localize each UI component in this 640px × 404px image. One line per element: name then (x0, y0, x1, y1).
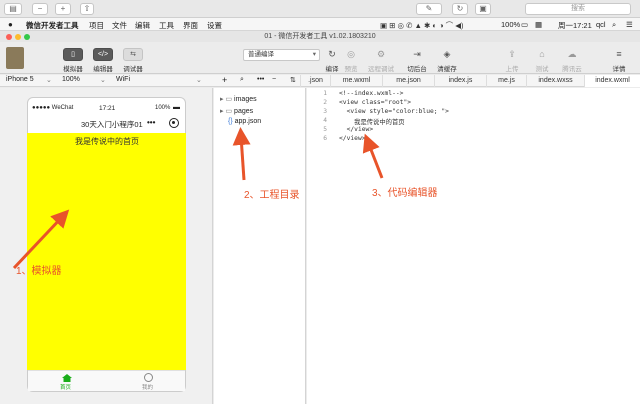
arrow-to-file-tree (232, 127, 251, 181)
arrow-to-editor (362, 133, 384, 179)
annotation-arrows (12, 127, 384, 270)
arrow-to-simulator (12, 209, 70, 270)
